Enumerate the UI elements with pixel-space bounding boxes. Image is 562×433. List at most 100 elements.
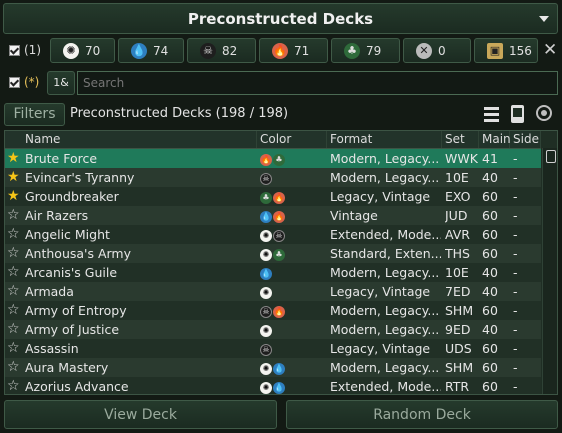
table-row[interactable]: ★ Brute Force 🔥 ♣ Modern, Legacy... WWK 41- — [5, 149, 541, 168]
table-row[interactable]: ☆ Air Razers 💧 🔥 Vintage JUD 60- — [5, 206, 541, 225]
deck-set: RTR — [445, 379, 470, 394]
color-filter-black-mana[interactable]: ☠ 82 — [187, 38, 256, 63]
view-deck-button[interactable]: View Deck — [4, 400, 277, 429]
star-filled-icon[interactable]: ★ — [7, 189, 20, 203]
deck-side-count: - — [513, 284, 518, 299]
star-outline-icon[interactable]: ☆ — [7, 265, 20, 279]
deck-colors: ✺ 💧 — [260, 358, 326, 377]
table-row[interactable]: ☆ Arcanis's Guile 💧 Modern, Legacy... 10E 40- — [5, 263, 541, 282]
green-mana-icon: ♣ — [273, 153, 285, 166]
deck-set: WWK — [445, 151, 478, 166]
star-outline-icon[interactable]: ☆ — [7, 208, 20, 222]
deck-main-count: 60 — [482, 227, 498, 242]
deck-name: Army of Entropy — [25, 303, 127, 318]
star-outline-icon[interactable]: ☆ — [7, 341, 20, 355]
deck-set: JUD — [445, 208, 468, 223]
star-outline-icon[interactable]: ☆ — [7, 246, 20, 260]
table-row[interactable]: ☆ Angelic Might ✺ ☠ Extended, Mode... AVR 60- — [5, 225, 541, 244]
star-outline-icon[interactable]: ☆ — [7, 227, 20, 241]
color-filter-multicolor-card[interactable]: ▣ 156 — [474, 38, 538, 63]
deck-colors: 💧 🔥 — [260, 206, 326, 225]
table-row[interactable]: ★ Evincar's Tyranny ☠ Modern, Legacy... 10E 4… — [5, 168, 541, 187]
column-header-side[interactable]: Side — [510, 131, 541, 148]
deck-name: Anthousa's Army — [25, 246, 132, 261]
black-mana-icon: ☠ — [260, 343, 272, 356]
star-outline-icon[interactable]: ☆ — [7, 284, 20, 298]
random-deck-button[interactable]: Random Deck — [286, 400, 558, 429]
blue-mana-icon: 💧 — [273, 362, 285, 375]
deck-set: UDS — [445, 341, 472, 356]
column-header-main[interactable]: Main — [479, 131, 511, 148]
deck-main-count: 40 — [482, 170, 498, 185]
close-icon[interactable]: ✕ — [543, 40, 557, 60]
white-mana-icon: ✺ — [260, 324, 272, 337]
color-filter-white-mana[interactable]: ✺ 70 — [50, 38, 115, 63]
wildcard-label: (*) — [24, 75, 40, 89]
search-mode-button[interactable]: 1& — [47, 71, 75, 95]
color-filter-blue-mana[interactable]: 💧 74 — [118, 38, 184, 63]
deck-set: THS — [445, 246, 470, 261]
search-input[interactable] — [78, 72, 557, 94]
deck-set: SHM — [445, 360, 474, 375]
color-filter-colorless-mana[interactable]: ✕ 0 — [403, 38, 471, 63]
deck-colors: ♣ 🔥 — [260, 187, 326, 206]
deck-set: 9ED — [445, 322, 471, 337]
table-row[interactable]: ☆ Azorius Advance ✺ 💧 Extended, Mode... RTR 60… — [5, 377, 541, 394]
table-row[interactable]: ☆ Assassin ☠ Legacy, Vintage UDS 60- — [5, 339, 541, 358]
deck-name: Brute Force — [25, 151, 98, 166]
list-view-icon[interactable] — [482, 104, 502, 124]
color-filter-red-mana[interactable]: 🔥 71 — [259, 38, 328, 63]
deck-colors: ☠ — [260, 339, 326, 358]
red-mana-icon: 🔥 — [272, 43, 288, 59]
deck-table[interactable]: Name Color Format Set Main Side ★ Brute Force 🔥… — [4, 130, 558, 395]
white-mana-icon: ✺ — [260, 362, 272, 375]
deck-main-count: 60 — [482, 379, 498, 394]
star-outline-icon[interactable]: ☆ — [7, 322, 20, 336]
scrollbar-thumb[interactable] — [546, 150, 556, 163]
title-dropdown[interactable]: Preconstructed Decks — [3, 3, 558, 34]
column-header-color[interactable]: Color — [257, 131, 327, 148]
table-row[interactable]: ☆ Armada ✺ Legacy, Vintage 7ED 40- — [5, 282, 541, 301]
deck-side-count: - — [513, 246, 518, 261]
deck-name: Groundbreaker — [25, 189, 119, 204]
deck-set: SHM — [445, 303, 474, 318]
deck-count-caption: Preconstructed Decks (198 / 198) — [70, 106, 289, 121]
star-outline-icon[interactable]: ☆ — [7, 303, 20, 317]
all-colors-checkbox[interactable] — [9, 45, 20, 56]
deck-format: Legacy, Vintage — [330, 189, 431, 204]
deck-colors: ✺ — [260, 282, 326, 301]
options-icon[interactable] — [535, 104, 555, 124]
vertical-scrollbar[interactable] — [542, 148, 557, 394]
table-row[interactable]: ☆ Army of Entropy ☠ 🔥 Modern, Legacy... SHM 60… — [5, 301, 541, 320]
column-header-name[interactable]: Name — [22, 131, 257, 148]
white-mana-icon: ✺ — [260, 286, 272, 299]
search-field[interactable] — [77, 71, 558, 95]
deck-colors: ✺ ☠ — [260, 225, 326, 244]
deck-side-count: - — [513, 189, 518, 204]
all-colors-label: (1) — [24, 43, 41, 57]
card-view-icon[interactable] — [508, 104, 528, 124]
star-outline-icon[interactable]: ☆ — [7, 360, 20, 374]
star-filled-icon[interactable]: ★ — [7, 151, 20, 165]
wildcard-checkbox[interactable] — [9, 77, 20, 88]
table-row[interactable]: ☆ Anthousa's Army ✺ ♣ Standard, Exten... THS 6… — [5, 244, 541, 263]
chevron-down-icon — [539, 16, 549, 22]
deck-side-count: - — [513, 379, 518, 394]
column-header-format[interactable]: Format — [327, 131, 442, 148]
deck-format: Standard, Exten... — [330, 246, 441, 261]
deck-name: Azorius Advance — [25, 379, 129, 394]
blue-mana-icon: 💧 — [260, 210, 272, 223]
star-outline-icon[interactable]: ☆ — [7, 379, 20, 393]
column-header-set[interactable]: Set — [442, 131, 479, 148]
filters-button[interactable]: Filters — [4, 103, 65, 126]
deck-side-count: - — [513, 208, 518, 223]
table-row[interactable]: ★ Groundbreaker ♣ 🔥 Legacy, Vintage EXO 60- — [5, 187, 541, 206]
deck-name: Assassin — [25, 341, 79, 356]
deck-format: Modern, Legacy... — [330, 170, 440, 185]
star-filled-icon[interactable]: ★ — [7, 170, 20, 184]
deck-main-count: 60 — [482, 360, 498, 375]
table-row[interactable]: ☆ Aura Mastery ✺ 💧 Modern, Legacy... SHM 60- — [5, 358, 541, 377]
color-filter-green-mana[interactable]: ♣ 79 — [331, 38, 400, 63]
table-row[interactable]: ☆ Army of Justice ✺ Modern, Legacy... 9ED 40- — [5, 320, 541, 339]
deck-name: Angelic Might — [25, 227, 110, 242]
